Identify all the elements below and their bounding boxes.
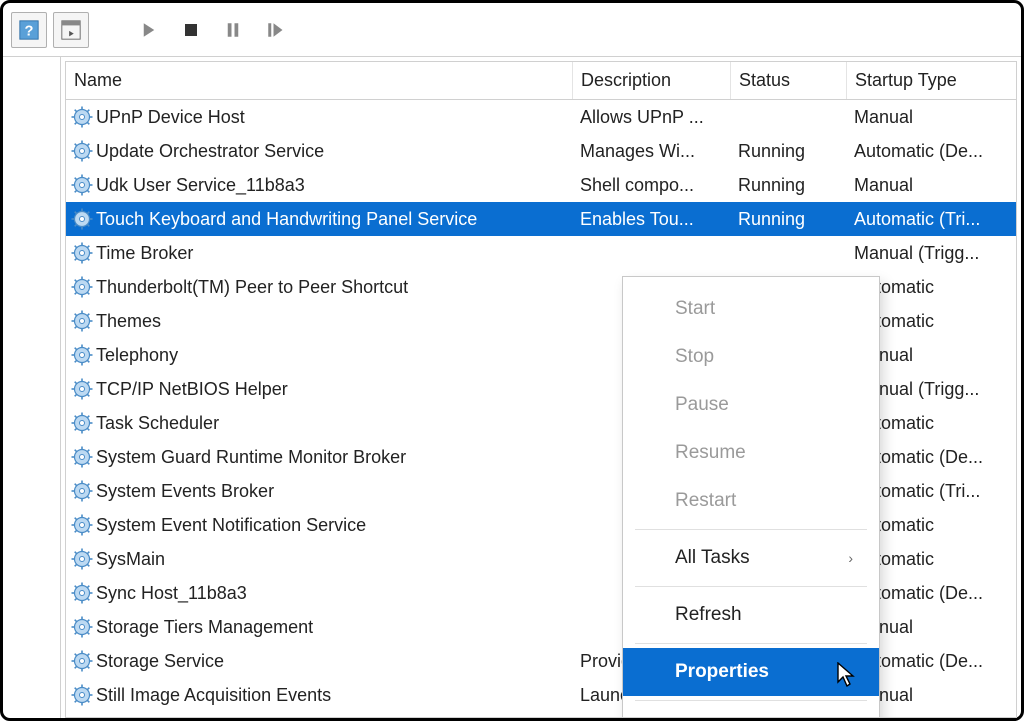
gear-icon <box>70 343 94 367</box>
gear-icon <box>70 581 94 605</box>
submenu-arrow-icon: › <box>848 550 853 566</box>
window-view-button[interactable] <box>53 12 89 48</box>
gear-icon <box>70 479 94 503</box>
context-menu-item: Pause <box>623 381 879 429</box>
service-name: System Guard Runtime Monitor Broker <box>96 447 406 468</box>
service-name: UPnP Device Host <box>96 107 245 128</box>
service-description: Manages Wi... <box>572 141 730 162</box>
service-description: Shell compo... <box>572 175 730 196</box>
service-name: Storage Service <box>96 651 224 672</box>
service-name: Udk User Service_11b8a3 <box>96 175 305 196</box>
service-name: Storage Tiers Management <box>96 617 313 638</box>
gear-icon <box>70 241 94 265</box>
help-button[interactable]: ? <box>11 12 47 48</box>
context-menu-item[interactable]: Help <box>623 705 879 718</box>
service-startup: Automatic (Tri... <box>846 209 1016 230</box>
gear-icon <box>70 275 94 299</box>
context-menu-separator <box>635 586 867 587</box>
service-name: Sync Host_11b8a3 <box>96 583 247 604</box>
gear-icon <box>70 411 94 435</box>
service-name: TCP/IP NetBIOS Helper <box>96 379 288 400</box>
services-list: Name Description Status Startup Type UPn… <box>65 61 1017 718</box>
gear-icon <box>70 649 94 673</box>
service-description: Allows UPnP ... <box>572 107 730 128</box>
context-menu-item: Resume <box>623 429 879 477</box>
step-icon[interactable] <box>257 12 293 48</box>
column-header-name[interactable]: Name <box>66 70 572 91</box>
service-row[interactable]: UPnP Device Host Allows UPnP ... Manual <box>66 100 1016 134</box>
service-name: Touch Keyboard and Handwriting Panel Ser… <box>96 209 477 230</box>
gear-icon <box>70 547 94 571</box>
service-description: Enables Tou... <box>572 209 730 230</box>
service-name: Thunderbolt(TM) Peer to Peer Shortcut <box>96 277 408 298</box>
column-header-startup[interactable]: Startup Type <box>846 62 1016 99</box>
gear-icon <box>70 377 94 401</box>
service-startup: Manual (Trigg... <box>846 243 1016 264</box>
context-menu-separator <box>635 529 867 530</box>
service-startup: Manual <box>846 175 1016 196</box>
column-header-status[interactable]: Status <box>730 62 846 99</box>
service-name: Themes <box>96 311 161 332</box>
gear-icon <box>70 207 94 231</box>
service-status: Running <box>730 141 846 162</box>
gear-icon <box>70 139 94 163</box>
context-menu-item: Start <box>623 285 879 333</box>
context-menu-item: Stop <box>623 333 879 381</box>
column-headers: Name Description Status Startup Type <box>66 62 1016 100</box>
service-startup: Manual <box>846 107 1016 128</box>
service-status: Running <box>730 209 846 230</box>
service-name: System Events Broker <box>96 481 274 502</box>
service-name: Still Image Acquisition Events <box>96 685 331 706</box>
column-header-description[interactable]: Description <box>572 62 730 99</box>
gear-icon <box>70 513 94 537</box>
service-name: Time Broker <box>96 243 193 264</box>
service-name: Update Orchestrator Service <box>96 141 324 162</box>
context-menu-item[interactable]: Refresh <box>623 591 879 639</box>
service-name: SysMain <box>96 549 165 570</box>
svg-text:?: ? <box>25 23 34 39</box>
gear-icon <box>70 445 94 469</box>
service-name: Telephony <box>96 345 178 366</box>
service-row[interactable]: Update Orchestrator Service Manages Wi...… <box>66 134 1016 168</box>
left-pane <box>3 57 61 718</box>
service-row[interactable]: Time Broker Manual (Trigg... <box>66 236 1016 270</box>
context-menu-separator <box>635 700 867 701</box>
service-startup: Automatic (De... <box>846 141 1016 162</box>
service-row[interactable]: Touch Keyboard and Handwriting Panel Ser… <box>66 202 1016 236</box>
gear-icon <box>70 105 94 129</box>
cursor-icon <box>837 662 857 694</box>
stop-icon[interactable] <box>173 12 209 48</box>
service-row[interactable]: Udk User Service_11b8a3 Shell compo...Run… <box>66 168 1016 202</box>
gear-icon <box>70 173 94 197</box>
service-name: Task Scheduler <box>96 413 219 434</box>
service-status: Running <box>730 175 846 196</box>
context-menu-item: Restart <box>623 477 879 525</box>
context-menu-item[interactable]: Properties <box>623 648 879 696</box>
service-name: System Event Notification Service <box>96 515 366 536</box>
gear-icon <box>70 615 94 639</box>
gear-icon <box>70 309 94 333</box>
pause-icon[interactable] <box>215 12 251 48</box>
context-menu: StartStopPauseResumeRestart All Tasks› Ref… <box>622 276 880 718</box>
toolbar: ? <box>3 3 1021 57</box>
gear-icon <box>70 683 94 707</box>
play-icon[interactable] <box>131 12 167 48</box>
context-menu-separator <box>635 643 867 644</box>
context-menu-item[interactable]: All Tasks› <box>623 534 879 582</box>
